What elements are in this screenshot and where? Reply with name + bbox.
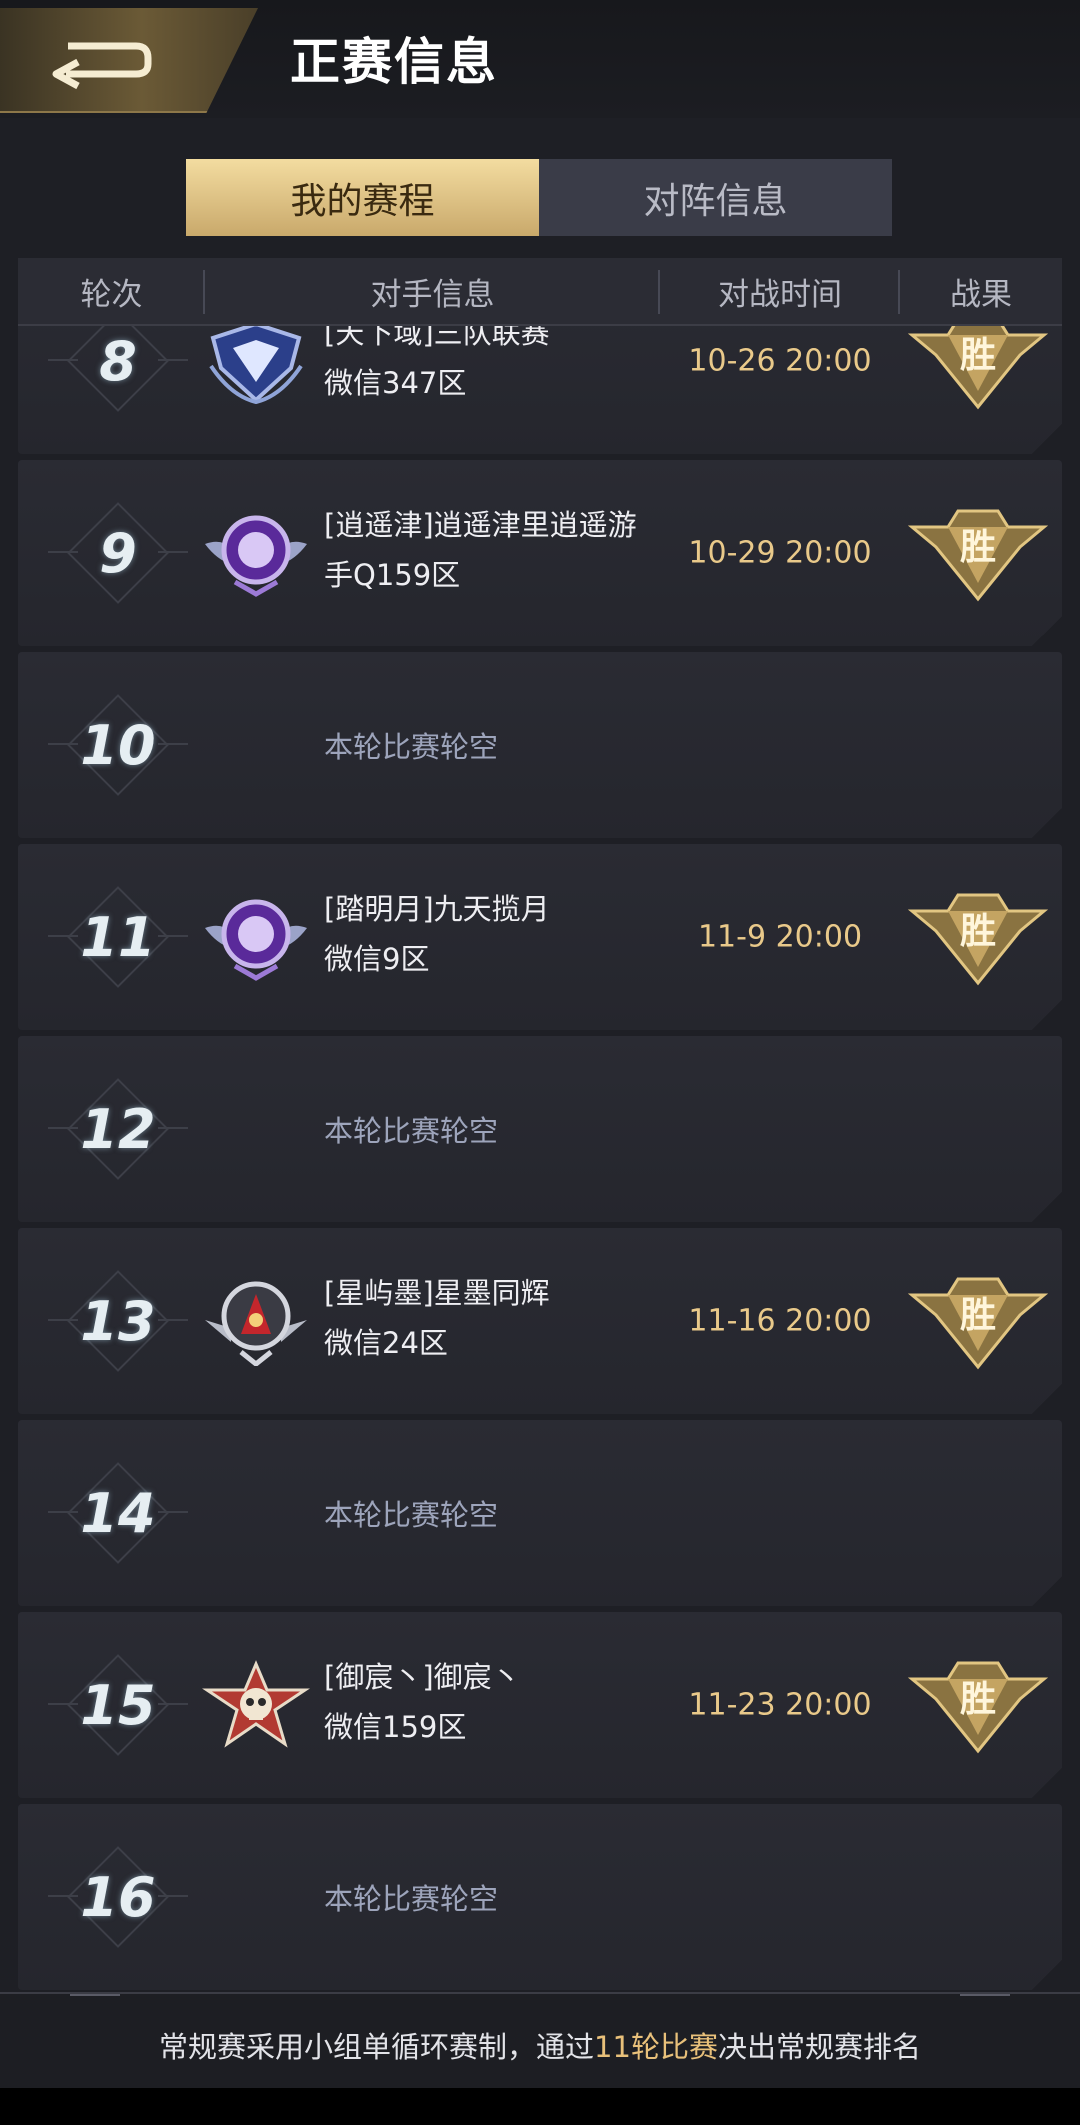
purple-wing-badge-icon	[205, 899, 307, 981]
round-number: 11	[48, 886, 188, 988]
tab-bar: 我的赛程 对阵信息	[186, 159, 892, 236]
footer-decoration	[70, 1994, 120, 1996]
win-badge-icon: 胜	[908, 893, 1048, 986]
footer-decoration	[960, 1994, 1010, 1996]
svg-text:胜: 胜	[960, 335, 996, 376]
svg-text:胜: 胜	[960, 1295, 996, 1336]
opponent-server: 微信9区	[324, 942, 430, 976]
win-badge-icon: 胜	[908, 1661, 1048, 1754]
purple-wing-badge-icon	[205, 515, 307, 597]
page-title: 正赛信息	[290, 33, 498, 91]
opponent-server: 微信159区	[324, 1710, 467, 1744]
table-row[interactable]: 15 [御宸丶]御宸丶 微信159区 11-23 20:00 胜	[18, 1612, 1062, 1798]
opponent-server: 微信24区	[324, 1326, 448, 1360]
svg-text:胜: 胜	[960, 1679, 996, 1720]
footer-note: 常规赛采用小组单循环赛制，通过11轮比赛决出常规赛排名	[0, 1992, 1080, 2088]
table-row[interactable]: 11 [踏明月]九天揽月 微信9区 11-9 20:00 胜	[18, 844, 1062, 1030]
match-time: 11-23 20:00	[688, 1687, 872, 1723]
round-number: 9	[48, 502, 188, 604]
tab-my-schedule[interactable]: 我的赛程	[186, 159, 539, 236]
win-badge-icon: 胜	[908, 326, 1048, 410]
table-row[interactable]: 10 本轮比赛轮空	[18, 652, 1062, 838]
column-header-opponent: 对手信息	[205, 258, 660, 324]
opponent-name: [星屿墨]星墨同辉	[324, 1276, 550, 1310]
red-hood-badge-icon	[205, 1281, 307, 1366]
column-header-time: 对战时间	[660, 258, 900, 324]
header-bar: 正赛信息	[0, 0, 1080, 118]
match-time: 10-26 20:00	[688, 343, 872, 379]
opponent-name: [御宸丶]御宸丶	[324, 1660, 521, 1694]
table-row[interactable]: 8 [天下域]三队联赛 微信347区 10-26 20:00 胜	[18, 326, 1062, 454]
match-time: 10-29 20:00	[688, 535, 872, 571]
round-number: 8	[48, 326, 188, 412]
round-number: 10	[48, 694, 188, 796]
table-header: 轮次 对手信息 对战时间 战果	[18, 258, 1062, 326]
opponent-name: [逍遥津]逍遥津里逍遥游	[324, 508, 637, 542]
svg-text:胜: 胜	[960, 527, 996, 568]
table-row[interactable]: 14 本轮比赛轮空	[18, 1420, 1062, 1606]
footer-highlight: 11轮比赛	[594, 2030, 718, 2064]
bye-label: 本轮比赛轮空	[324, 1882, 499, 1916]
bye-label: 本轮比赛轮空	[324, 1498, 499, 1532]
skull-star-badge-icon	[202, 1660, 310, 1748]
match-time: 11-16 20:00	[688, 1303, 872, 1339]
opponent-name: [天下域]三队联赛	[324, 326, 550, 350]
round-number: 14	[48, 1462, 188, 1564]
tab-matchups[interactable]: 对阵信息	[539, 159, 892, 236]
svg-text:胜: 胜	[960, 911, 996, 952]
opponent-server: 手Q159区	[324, 558, 461, 592]
blue-shield-badge-icon	[209, 326, 303, 405]
footer-text: 常规赛采用小组单循环赛制，通过11轮比赛决出常规赛排名	[159, 2030, 921, 2064]
table-row[interactable]: 16 本轮比赛轮空	[18, 1804, 1062, 1990]
round-number: 15	[48, 1654, 188, 1756]
back-button[interactable]	[0, 8, 258, 113]
opponent-name: [踏明月]九天揽月	[324, 892, 550, 926]
round-number: 13	[48, 1270, 188, 1372]
table-row[interactable]: 9 [逍遥津]逍遥津里逍遥游 手Q159区 10-29 20:00 胜	[18, 460, 1062, 646]
system-nav-bar	[0, 2088, 1080, 2125]
round-number: 16	[48, 1846, 188, 1948]
column-header-result: 战果	[950, 276, 1012, 313]
round-number: 12	[48, 1078, 188, 1180]
schedule-list[interactable]: 8 [天下域]三队联赛 微信347区 10-26 20:00 胜 9 [逍遥津]…	[18, 326, 1062, 1992]
table-row[interactable]: 12 本轮比赛轮空	[18, 1036, 1062, 1222]
win-badge-icon: 胜	[908, 509, 1048, 602]
win-badge-icon: 胜	[908, 1277, 1048, 1370]
table-row[interactable]: 13 [星屿墨]星墨同辉 微信24区 11-16 20:00 胜	[18, 1228, 1062, 1414]
bye-label: 本轮比赛轮空	[324, 730, 499, 764]
opponent-server: 微信347区	[324, 366, 467, 400]
match-time: 11-9 20:00	[697, 919, 863, 955]
bye-label: 本轮比赛轮空	[324, 1114, 499, 1148]
column-header-round: 轮次	[18, 258, 205, 324]
back-arrow-icon	[52, 42, 152, 90]
